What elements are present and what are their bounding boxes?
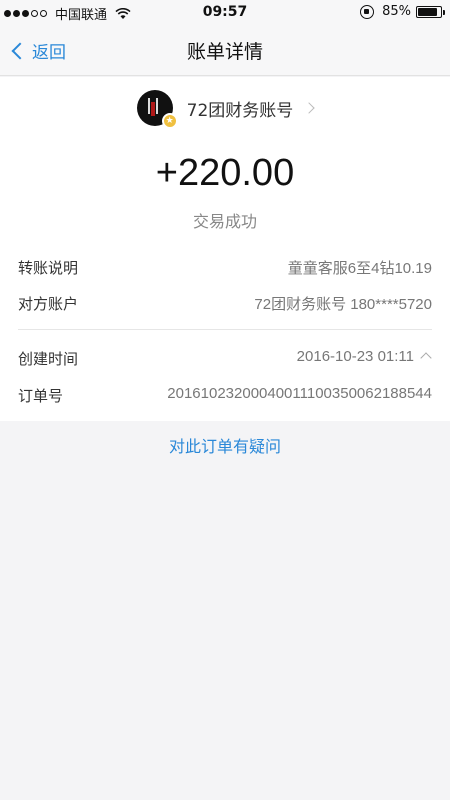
payee-row[interactable]: ★ 72团财务账号 [0, 87, 450, 129]
rotation-lock-icon [360, 4, 375, 19]
counterparty-row: 对方账户 72团财务账号 180****5720 [18, 293, 432, 317]
battery-icon [416, 5, 445, 18]
counterparty-value: 72团财务账号 180****5720 [254, 296, 432, 313]
battery-fill [418, 7, 437, 16]
created-time-row[interactable]: 创建时间 2016-10-23 01:11 [18, 348, 432, 372]
avatar-tie [150, 102, 155, 116]
page-title: 账单详情 [186, 41, 263, 63]
transfer-note-value: 童童客服6至4钻10.19 [287, 260, 432, 277]
status-bar: 中国联通 09:57 85% [0, 0, 450, 26]
order-number-label: 订单号 [18, 387, 64, 405]
order-number-value: 20161023200040011100350062188544 [167, 385, 432, 402]
transaction-status: 交易成功 [192, 212, 257, 231]
bill-detail-card: ★ 72团财务账号 +220.00 交易成功 转账说明 童童客服6至4钻10.1… [0, 77, 450, 421]
counterparty-label: 对方账户 [18, 295, 79, 313]
created-time-value: 2016-10-23 01:11 [296, 348, 414, 365]
nav-bar: 返回 账单详情 [0, 26, 450, 76]
transfer-note-row: 转账说明 童童客服6至4钻10.19 [18, 257, 432, 281]
order-question-link[interactable]: 对此订单有疑问 [0, 433, 450, 457]
star-badge-icon: ★ [161, 113, 178, 129]
transaction-amount: +220.00 [155, 152, 295, 194]
payee-name: 72团财务账号 [186, 100, 294, 121]
screen: 中国联通 09:57 85% 返回 账单详情 ★ 72团财务账号 +220.00… [0, 0, 450, 800]
status-right: 85% [360, 4, 445, 19]
order-number-row: 订单号 20161023200040011100350062188544 [18, 385, 432, 409]
avatar: ★ [136, 90, 178, 129]
chevron-right-icon [303, 102, 315, 114]
divider [18, 329, 432, 330]
battery-percent: 85% [382, 4, 411, 19]
created-time-label: 创建时间 [18, 350, 79, 368]
transfer-note-label: 转账说明 [18, 259, 79, 277]
